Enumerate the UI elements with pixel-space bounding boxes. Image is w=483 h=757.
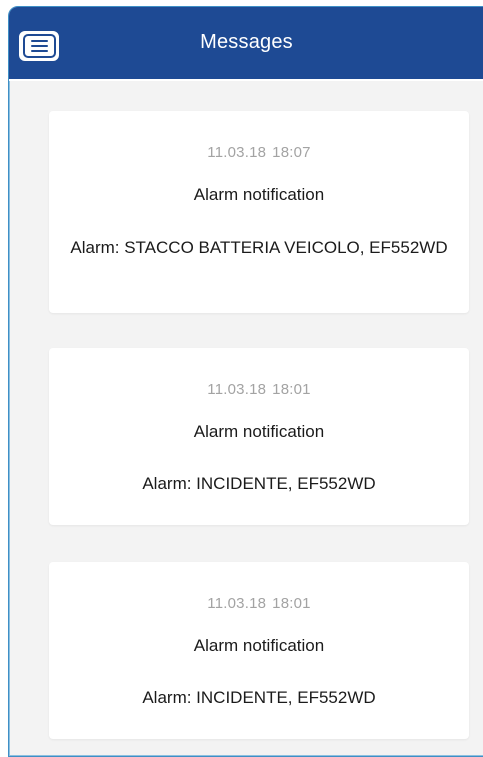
message-timestamp: 11.03.18 18:01	[49, 595, 469, 612]
message-body: Alarm: STACCO BATTERIA VEICOLO, EF552WD	[70, 238, 448, 257]
message-subject: Alarm notification	[193, 185, 325, 204]
app-bar: Messages	[9, 7, 483, 81]
message-date: 11.03.18	[207, 381, 267, 398]
message-time: 18:07	[272, 144, 311, 161]
app-window: Messages 11.03.18 18:07 Alarm notificatio…	[8, 6, 483, 757]
message-date: 11.03.18	[207, 144, 267, 161]
page-title: Messages	[200, 31, 293, 53]
message-time: 18:01	[272, 595, 311, 612]
message-date: 11.03.18	[207, 595, 267, 612]
message-subject: Alarm notification	[193, 422, 325, 441]
message-subject: Alarm notification	[193, 636, 325, 655]
message-time: 18:01	[272, 381, 311, 398]
message-body: Alarm: INCIDENTE, EF552WD	[142, 474, 376, 493]
message-card[interactable]: 11.03.18 18:01 Alarm notification Alarm: …	[49, 562, 469, 739]
message-card[interactable]: 11.03.18 18:07 Alarm notification Alarm: …	[49, 111, 469, 313]
message-body: Alarm: INCIDENTE, EF552WD	[142, 688, 376, 707]
message-card[interactable]: 11.03.18 18:01 Alarm notification Alarm: …	[49, 348, 469, 525]
message-timestamp: 11.03.18 18:01	[49, 381, 469, 398]
message-timestamp: 11.03.18 18:07	[49, 144, 469, 161]
